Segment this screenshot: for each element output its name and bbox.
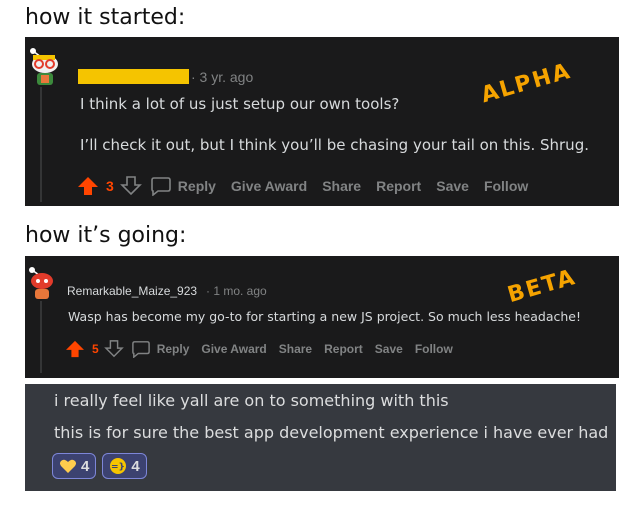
comment-text-line-1: Wasp has become my go-to for starting a …: [68, 309, 581, 324]
reply-button[interactable]: Reply: [157, 342, 190, 356]
reply-bubble-icon[interactable]: [131, 340, 151, 358]
report-button[interactable]: Report: [376, 178, 421, 194]
reaction-count: 4: [81, 457, 90, 475]
svg-text:=}: =}: [111, 463, 125, 473]
beta-comment-panel: Remarkable_Maize_923 · 1 mo. ago Wasp ha…: [25, 256, 619, 378]
comment-text-line-1: I think a lot of us just setup our own t…: [80, 95, 400, 113]
downvote-arrow-icon[interactable]: [119, 176, 142, 196]
give-award-button[interactable]: Give Award: [231, 178, 307, 194]
comment-actions: 3 Reply Give Award Share Report Save Fol…: [77, 176, 528, 196]
heading-how-it-started: how it started:: [25, 5, 186, 30]
give-award-button[interactable]: Give Award: [201, 342, 266, 356]
discord-message-line-1: i really feel like yall are on to someth…: [54, 391, 449, 410]
vote-count: 3: [106, 178, 114, 194]
discord-message-panel: i really feel like yall are on to someth…: [25, 384, 616, 491]
custom-emoji-icon: =}: [110, 458, 127, 474]
comment-username[interactable]: Remarkable_Maize_923: [67, 284, 197, 298]
save-button[interactable]: Save: [436, 178, 469, 194]
reaction-count: 4: [131, 457, 140, 475]
reaction-custom-emoji[interactable]: =} 4: [102, 453, 147, 479]
thread-line[interactable]: [40, 301, 42, 373]
follow-button[interactable]: Follow: [415, 342, 453, 356]
report-button[interactable]: Report: [324, 342, 363, 356]
save-button[interactable]: Save: [375, 342, 403, 356]
snoo-avatar-icon[interactable]: [27, 47, 63, 87]
yellow-heart-icon: [60, 459, 76, 473]
comment-text-line-2: I’ll check it out, but I think you’ll be…: [80, 136, 589, 154]
redacted-username: [78, 69, 189, 84]
upvote-arrow-icon[interactable]: [77, 176, 99, 196]
follow-button[interactable]: Follow: [484, 178, 528, 194]
reply-bubble-icon[interactable]: [150, 176, 172, 196]
thread-line[interactable]: [40, 87, 42, 202]
alpha-comment-panel: · 3 yr. ago I think a lot of us just set…: [25, 37, 619, 206]
snoo-avatar-icon[interactable]: [27, 266, 57, 300]
comment-timestamp: · 1 mo. ago: [206, 284, 267, 298]
vote-count: 5: [92, 342, 99, 356]
reaction-bar: 4 =} 4: [52, 453, 147, 479]
reply-button[interactable]: Reply: [178, 178, 216, 194]
share-button[interactable]: Share: [322, 178, 361, 194]
downvote-arrow-icon[interactable]: [103, 340, 124, 358]
upvote-arrow-icon[interactable]: [65, 340, 85, 358]
comment-timestamp: · 3 yr. ago: [191, 69, 254, 85]
discord-message-line-2: this is for sure the best app developmen…: [54, 423, 609, 442]
share-button[interactable]: Share: [279, 342, 312, 356]
beta-tag: BETA: [504, 264, 580, 309]
heading-how-its-going: how it’s going:: [25, 223, 187, 248]
alpha-tag: ALPHA: [478, 58, 575, 109]
reaction-yellow-heart[interactable]: 4: [52, 453, 97, 479]
comment-actions: 5 Reply Give Award Share Report Save Fol…: [65, 340, 453, 358]
